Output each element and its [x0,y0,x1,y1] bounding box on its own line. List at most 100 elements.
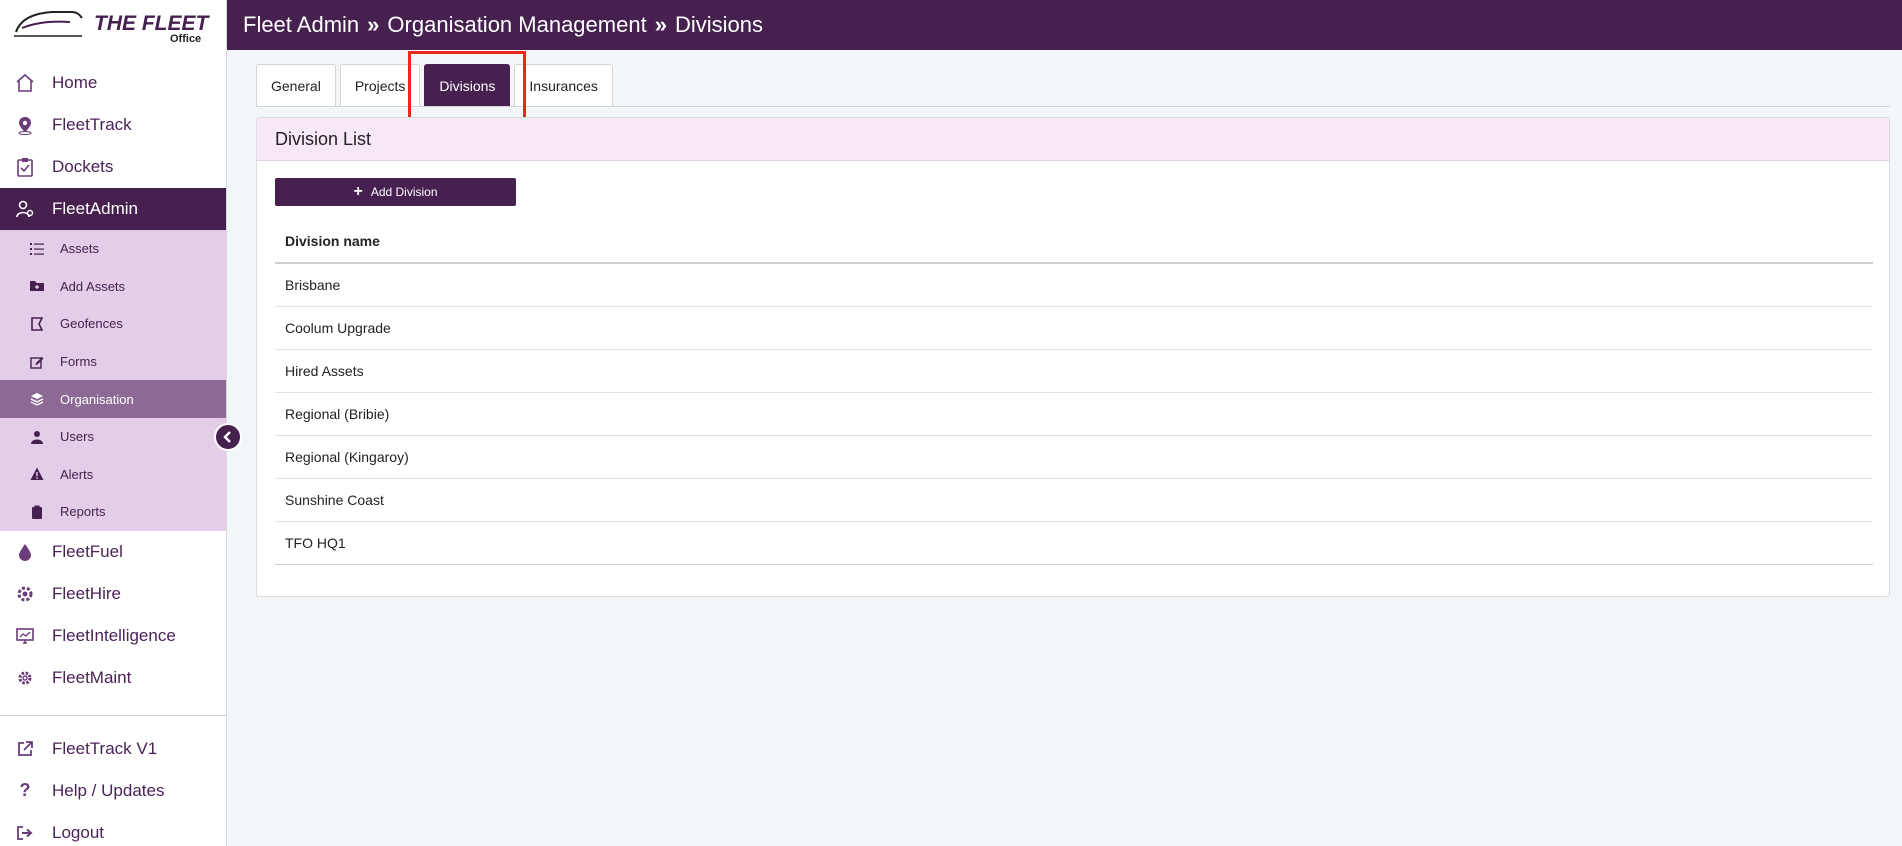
tabs-underline [256,106,1890,107]
tab-insurances[interactable]: Insurances [514,64,613,106]
tab-divisions[interactable]: Divisions [424,64,511,106]
nav-dockets[interactable]: Dockets [0,146,226,188]
fuel-drop-icon [14,541,36,563]
nav-fleetadmin-label: FleetAdmin [52,199,138,218]
table-row[interactable]: Coolum Upgrade [275,306,1873,350]
layers-icon [30,392,44,406]
table-row[interactable]: TFO HQ1 [275,521,1873,565]
chevron-left-icon [223,431,231,443]
clipboard-check-icon [14,156,36,178]
tab-bar: General Projects Divisions Insurances [256,64,617,106]
fleetadmin-subnav: Assets Add Assets Geofences Forms Organi… [0,230,226,531]
division-name-cell: Regional (Kingaroy) [275,435,1873,479]
nav-fleettrack[interactable]: FleetTrack [0,104,226,146]
subnav-reports[interactable]: Reports [0,493,226,531]
warning-icon [30,467,44,481]
nav-fleethire-label: FleetHire [52,583,121,603]
nav-fleetintelligence-label: FleetIntelligence [52,625,176,645]
table-row[interactable]: Hired Assets [275,349,1873,393]
breadcrumb-divisions: Divisions [674,12,763,37]
nav-fleetmaint-label: FleetMaint [52,667,132,687]
breadcrumb-fleet-admin[interactable]: Fleet Admin [243,12,359,38]
external-link-icon [14,738,36,760]
plus-icon: + [353,183,363,200]
division-table: Division name Brisbane Coolum Upgrade Hi… [275,220,1873,565]
nav-help-label: Help / Updates [52,780,165,800]
logout-icon [14,822,36,844]
subnav-users-label: Users [60,429,94,445]
nav-logout-label: Logout [52,822,104,842]
svg-text:Office: Office [170,33,201,44]
nav-help[interactable]: ? Help / Updates [0,770,226,812]
subnav-assets[interactable]: Assets [0,230,226,268]
division-name-cell: Hired Assets [275,349,1873,393]
home-icon [14,72,36,94]
nav-fleetfuel[interactable]: FleetFuel [0,531,226,573]
nav-fleettrack-v1-label: FleetTrack V1 [52,738,158,758]
nav-home-label: Home [52,73,98,92]
monitor-chart-icon [14,625,36,647]
subnav-add-assets[interactable]: Add Assets [0,268,226,306]
geofence-icon [30,317,44,331]
subnav-assets-label: Assets [60,241,100,257]
table-header-row: Division name [275,220,1873,264]
nav-home[interactable]: Home [0,62,226,104]
nav-fleetadmin[interactable]: FleetAdmin [0,188,226,230]
folder-plus-icon [30,279,44,293]
column-header-division-name[interactable]: Division name [275,220,1873,264]
page-header: Fleet Admin » Organisation Management » … [227,0,1902,50]
breadcrumb-separator-2: » [654,12,667,37]
fleet-logo-icon: THE FLEET Office [14,11,211,44]
tab-projects[interactable]: Projects [339,64,421,106]
division-name-cell: TFO HQ1 [275,521,1873,565]
list-icon [30,242,44,256]
table-row[interactable]: Sunshine Coast [275,478,1873,522]
sidebar-collapse-button[interactable] [214,423,242,451]
subnav-organisation-label: Organisation [60,391,134,407]
svg-text:THE FLEET: THE FLEET [94,12,211,35]
hire-icon [14,583,36,605]
subnav-organisation[interactable]: Organisation [0,380,226,418]
subnav-alerts-label: Alerts [60,466,94,482]
user-cog-icon [14,198,36,220]
subnav-add-assets-label: Add Assets [60,278,126,294]
subnav-alerts[interactable]: Alerts [0,456,226,494]
nav-dockets-label: Dockets [52,157,114,176]
subnav-reports-label: Reports [60,504,106,520]
clipboard-icon [30,505,44,519]
table-row[interactable]: Regional (Kingaroy) [275,435,1873,479]
edit-icon [30,355,44,369]
sidebar-divider [0,714,226,716]
division-name-cell: Coolum Upgrade [275,306,1873,350]
add-division-label: Add Division [370,185,438,199]
logo[interactable]: THE FLEET Office [0,0,226,50]
question-icon: ? [19,780,31,801]
nav-fleettrack-v1[interactable]: FleetTrack V1 [0,728,226,770]
card-title: Division List [257,118,1889,161]
tab-general[interactable]: General [256,64,336,106]
breadcrumb-organisation-management[interactable]: Organisation Management [387,12,646,38]
user-icon [30,430,44,444]
add-division-button[interactable]: + Add Division [275,178,516,206]
nav-fleetintelligence[interactable]: FleetIntelligence [0,615,226,657]
sidebar: THE FLEET Office Home FleetTrack Dockets… [0,0,227,846]
subnav-geofences[interactable]: Geofences [0,305,226,343]
nav-fleettrack-label: FleetTrack [52,115,132,134]
breadcrumb-separator-1: » [367,12,380,37]
nav-logout[interactable]: Logout [0,812,226,846]
table-row[interactable]: Brisbane [275,263,1873,307]
nav-fleethire[interactable]: FleetHire [0,573,226,615]
subnav-users[interactable]: Users [0,418,226,456]
map-pin-icon [14,114,36,136]
nav-fleetmaint[interactable]: FleetMaint [0,657,226,699]
division-name-cell: Brisbane [275,263,1873,307]
division-name-cell: Sunshine Coast [275,478,1873,522]
division-list-card: Division List + Add Division Division na… [256,117,1890,597]
subnav-geofences-label: Geofences [60,316,123,332]
table-row[interactable]: Regional (Bribie) [275,392,1873,436]
subnav-forms-label: Forms [60,354,97,370]
division-name-cell: Regional (Bribie) [275,392,1873,436]
nav-fleetfuel-label: FleetFuel [52,541,123,561]
gear-icon [14,667,36,689]
subnav-forms[interactable]: Forms [0,343,226,381]
